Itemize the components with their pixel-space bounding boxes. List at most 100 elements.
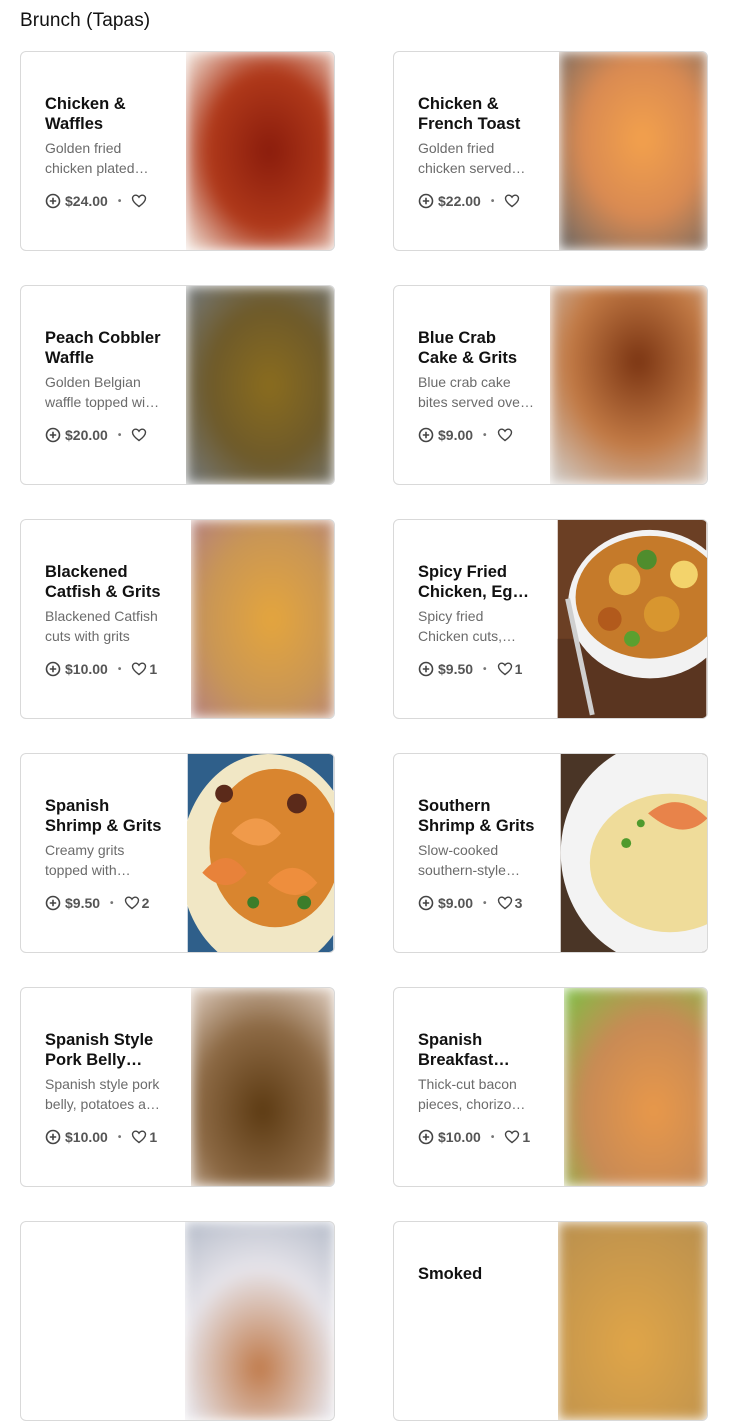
- add-to-order-button[interactable]: $9.00: [418, 427, 473, 443]
- heart-icon: [497, 662, 512, 676]
- separator-dot: •: [110, 897, 114, 909]
- menu-item-photo: [564, 988, 707, 1186]
- favorite-button[interactable]: 3: [497, 895, 522, 911]
- menu-item-meta: $9.50 • 1: [418, 661, 522, 677]
- menu-item-name: Blackened Catfish & Grits: [45, 563, 161, 601]
- menu-item-meta: $9.50 • 2: [45, 895, 149, 911]
- menu-item-name: Chicken & Waffles: [45, 95, 126, 133]
- menu-item-card[interactable]: Blackened Catfish & Grits Blackened Catfi…: [20, 519, 335, 719]
- separator-dot: •: [117, 195, 122, 207]
- like-count: 1: [149, 1129, 158, 1145]
- heart-icon: [497, 428, 512, 442]
- menu-item-description: Blue crab cake bites served over grits: [418, 374, 525, 410]
- menu-item-card[interactable]: Chicken & French Toast Golden fried chick…: [393, 51, 708, 251]
- menu-item-photo: [550, 286, 707, 484]
- menu-item-card[interactable]: Smoked: [393, 1221, 708, 1421]
- plus-circle-icon: [418, 427, 434, 443]
- menu-item-meta: $9.00 •: [418, 427, 513, 443]
- heart-icon: [132, 428, 147, 442]
- heart-icon: [132, 662, 147, 676]
- menu-item-text: Chicken & French Toast Golden fried chick…: [418, 94, 536, 178]
- menu-item-photo: [191, 520, 334, 718]
- menu-item-text: [45, 1264, 163, 1268]
- heart-icon: [132, 1130, 147, 1144]
- menu-item-card[interactable]: Peach Cobbler Waffle Golden Belgian waffl…: [20, 285, 335, 485]
- menu-item-meta: $20.00 •: [45, 427, 147, 443]
- plus-circle-icon: [45, 895, 61, 911]
- menu-item-text: Spanish Breakfast Potatoes Thick-cut baco…: [418, 1030, 536, 1114]
- section-title: Brunch (Tapas): [20, 10, 151, 31]
- favorite-button[interactable]: [504, 193, 520, 209]
- menu-item-name: Blue Crab Cake & Grits: [418, 329, 518, 367]
- menu-item-name: Peach Cobbler Waffle: [45, 329, 161, 367]
- favorite-button[interactable]: 1: [131, 661, 157, 677]
- menu-item-text: Spanish Shrimp & Grits Creamy grits toppe…: [45, 796, 163, 880]
- menu-item-price: $22.00: [438, 193, 481, 209]
- menu-item-description: Blackened Catfish cuts with grits: [45, 608, 158, 644]
- menu-item-card[interactable]: Spicy Fried Chicken, Egg & Potatoes Spicy…: [393, 519, 708, 719]
- menu-item-card[interactable]: Spanish Shrimp & Grits Creamy grits toppe…: [20, 753, 335, 953]
- menu-item-name: Southern Shrimp & Grits: [418, 797, 535, 835]
- favorite-button[interactable]: [497, 427, 513, 443]
- menu-item-text: Chicken & Waffles Golden fried chicken pl…: [45, 94, 163, 178]
- menu-item-description: Thick-cut bacon pieces, chorizo and pota…: [418, 1076, 517, 1112]
- favorite-button[interactable]: 1: [131, 1129, 157, 1145]
- menu-item-description: Spanish style pork belly, potatoes and p…: [45, 1076, 162, 1112]
- menu-item-meta: $24.00 •: [45, 193, 147, 209]
- heart-icon: [132, 194, 147, 208]
- menu-item-meta: $10.00 • 1: [418, 1129, 530, 1145]
- menu-item-description: Creamy grits topped with spanish shrimp: [45, 842, 125, 878]
- plus-circle-icon: [45, 1129, 61, 1145]
- heart-icon: [505, 1130, 520, 1144]
- add-to-order-button[interactable]: $10.00: [418, 1129, 481, 1145]
- add-to-order-button[interactable]: $9.50: [45, 895, 100, 911]
- separator-dot: •: [483, 897, 487, 909]
- menu-item-card[interactable]: Spanish Style Pork Belly Hash Spanish sty…: [20, 987, 335, 1187]
- menu-item-text: Blackened Catfish & Grits Blackened Catfi…: [45, 562, 163, 646]
- plus-circle-icon: [418, 193, 434, 209]
- menu-item-meta: $10.00 • 1: [45, 661, 157, 677]
- menu-item-card[interactable]: [20, 1221, 335, 1421]
- favorite-button[interactable]: 2: [124, 895, 149, 911]
- menu-item-card[interactable]: Chicken & Waffles Golden fried chicken pl…: [20, 51, 335, 251]
- add-to-order-button[interactable]: $9.00: [418, 895, 473, 911]
- plus-circle-icon: [418, 895, 434, 911]
- separator-dot: •: [483, 663, 487, 675]
- add-to-order-button[interactable]: $10.00: [45, 661, 108, 677]
- like-count: 1: [514, 661, 523, 677]
- like-count: 1: [149, 661, 158, 677]
- menu-item-text: Smoked: [418, 1264, 536, 1288]
- heart-icon: [497, 896, 512, 910]
- favorite-button[interactable]: 1: [497, 661, 523, 677]
- favorite-button[interactable]: [131, 427, 147, 443]
- menu-item-price: $9.00: [438, 895, 474, 911]
- plus-circle-icon: [418, 1129, 434, 1145]
- menu-item-price: $9.50: [65, 895, 101, 911]
- favorite-button[interactable]: 1: [504, 1129, 530, 1145]
- menu-item-text: Blue Crab Cake & Grits Blue crab cake bit…: [418, 328, 536, 412]
- menu-item-name: Spanish Shrimp & Grits: [45, 797, 162, 835]
- plus-circle-icon: [45, 427, 61, 443]
- add-to-order-button[interactable]: $20.00: [45, 427, 108, 443]
- separator-dot: •: [117, 429, 122, 441]
- add-to-order-button[interactable]: $24.00: [45, 193, 108, 209]
- menu-item-photo: [186, 286, 334, 484]
- menu-item-photo: [191, 988, 334, 1186]
- menu-item-card[interactable]: Spanish Breakfast Potatoes Thick-cut baco…: [393, 987, 708, 1187]
- heart-icon: [124, 896, 139, 910]
- menu-item-price: $24.00: [65, 193, 108, 209]
- separator-dot: •: [483, 429, 487, 441]
- add-to-order-button[interactable]: $9.50: [418, 661, 473, 677]
- menu-item-card[interactable]: Blue Crab Cake & Grits Blue crab cake bit…: [393, 285, 708, 485]
- plus-circle-icon: [418, 661, 434, 677]
- menu-item-description: Slow-cooked southern-style grits with sh…: [418, 842, 506, 878]
- add-to-order-button[interactable]: $22.00: [418, 193, 481, 209]
- plus-circle-icon: [45, 661, 61, 677]
- menu-item-description: Golden Belgian waffle topped with peach …: [45, 374, 157, 410]
- add-to-order-button[interactable]: $10.00: [45, 1129, 108, 1145]
- favorite-button[interactable]: [131, 193, 147, 209]
- menu-item-card[interactable]: Southern Shrimp & Grits Slow-cooked south…: [393, 753, 708, 953]
- menu-item-meta: $10.00 • 1: [45, 1129, 157, 1145]
- menu-item-price: $10.00: [65, 1129, 108, 1145]
- menu-item-description: Golden fried chicken plated with waffles: [45, 140, 135, 176]
